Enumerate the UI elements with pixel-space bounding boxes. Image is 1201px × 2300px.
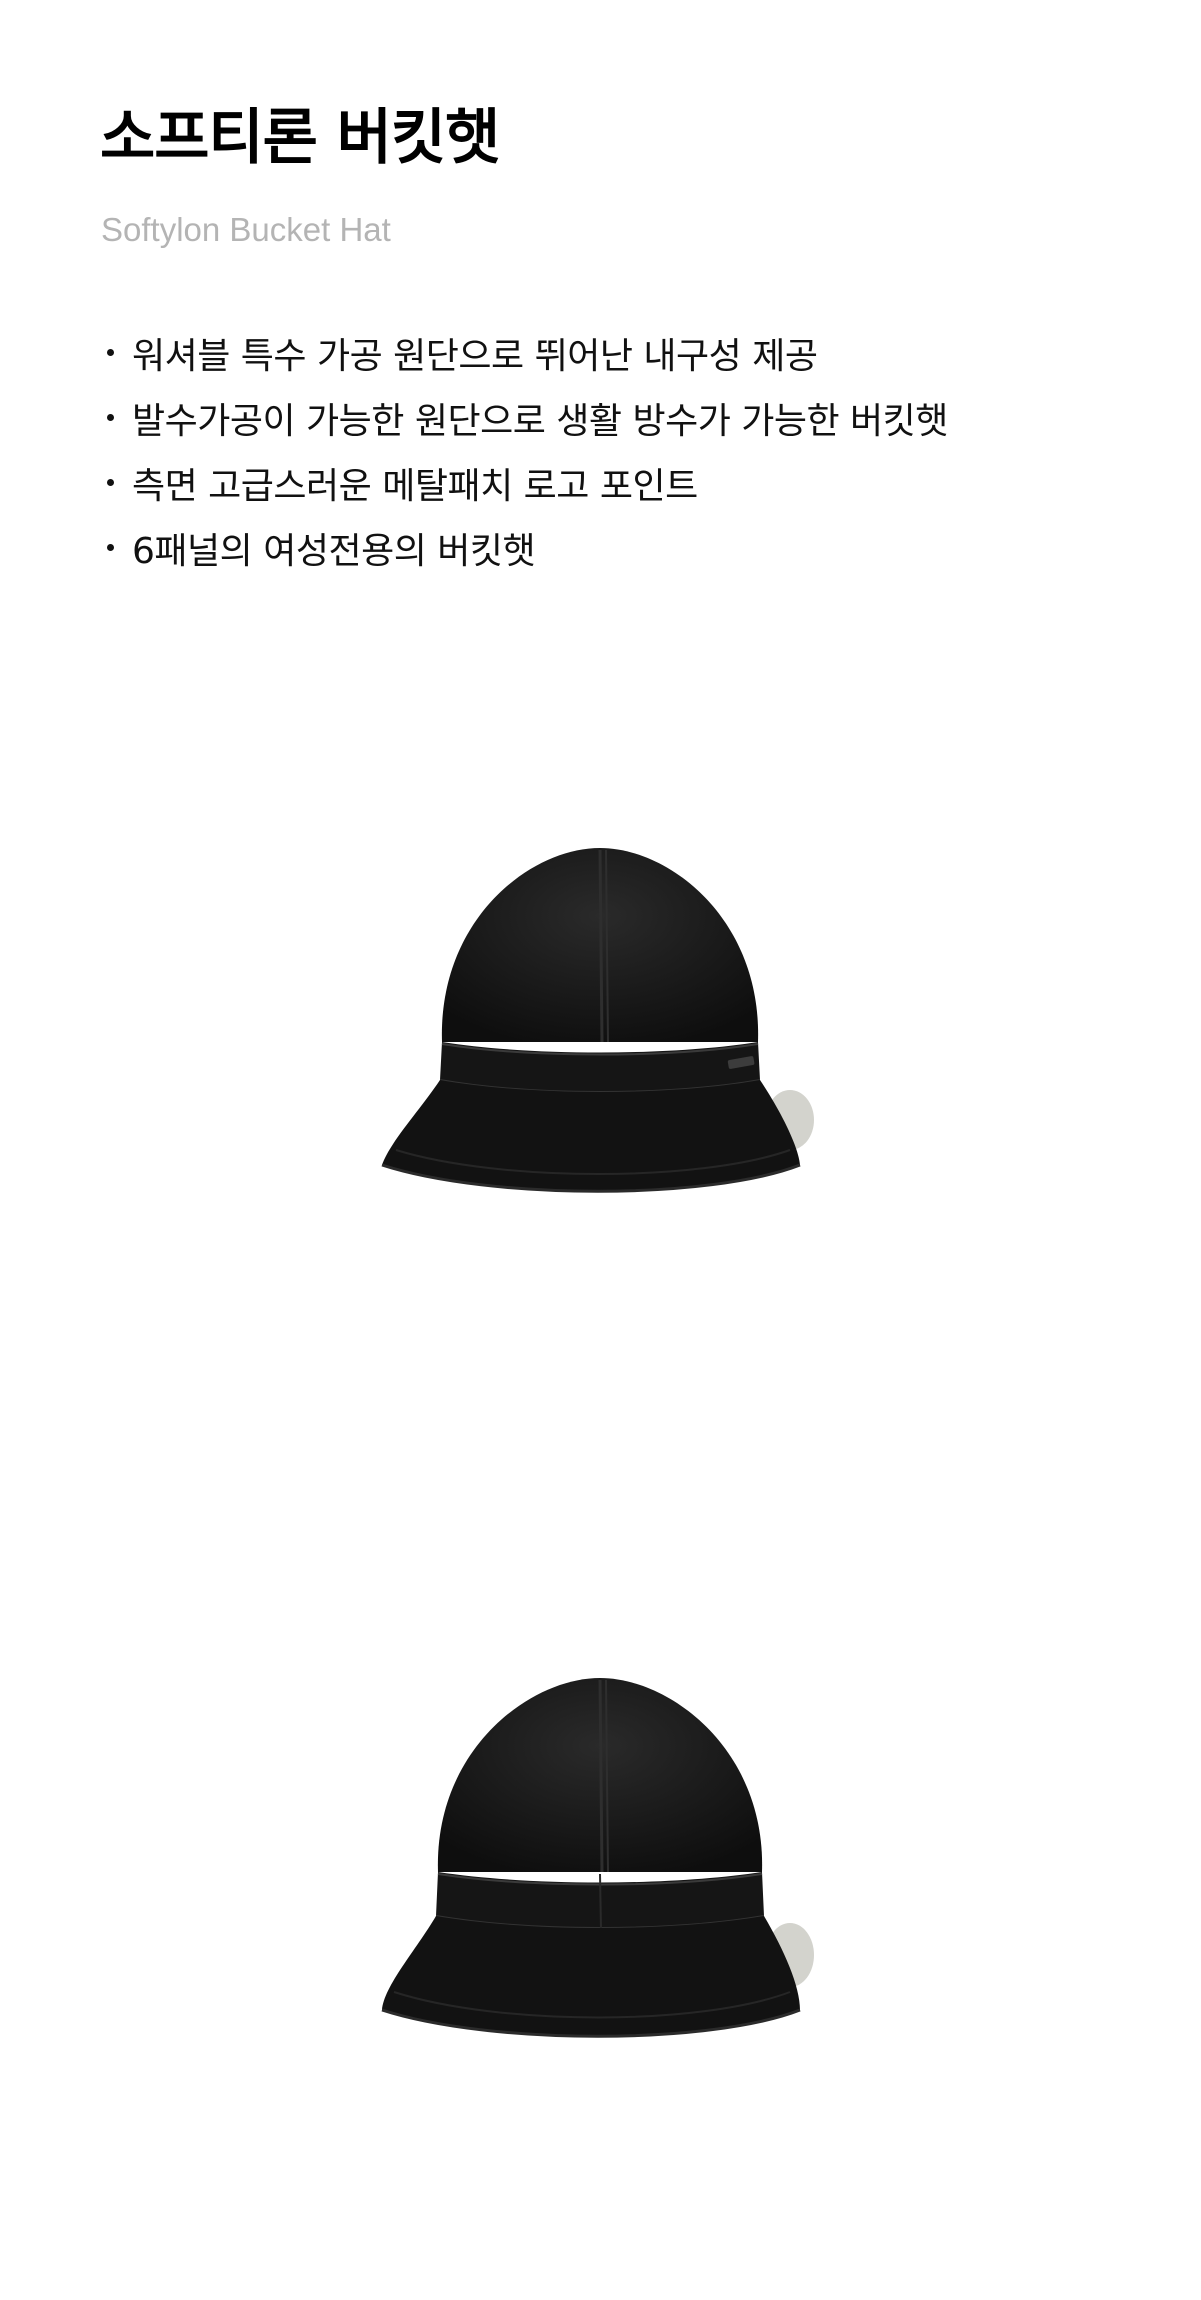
product-title: 소프티론 버킷햇 [100,103,500,173]
feature-list: 워셔블 특수 가공 원단으로 뛰어난 내구성 제공 발수가공이 가능한 원단으로… [100,320,948,580]
bucket-hat-front-image [381,848,814,1193]
product-subtitle: Softylon Bucket Hat [101,211,391,248]
bullet-icon [107,479,114,486]
feature-item: 측면 고급스러운 메탈패치 로고 포인트 [100,450,948,515]
feature-item: 워셔블 특수 가공 원단으로 뛰어난 내구성 제공 [100,320,948,385]
feature-item: 6패널의 여성전용의 버킷햇 [100,515,948,580]
feature-text: 발수가공이 가능한 원단으로 생활 방수가 가능한 버킷햇 [132,400,948,442]
feature-text: 측면 고급스러운 메탈패치 로고 포인트 [132,465,698,507]
feature-text: 워셔블 특수 가공 원단으로 뛰어난 내구성 제공 [132,335,818,377]
feature-text: 6패널의 여성전용의 버킷햇 [132,530,536,572]
feature-item: 발수가공이 가능한 원단으로 생활 방수가 가능한 버킷햇 [100,385,948,450]
bullet-icon [107,414,114,421]
bucket-hat-back-image [381,1678,814,2038]
bullet-icon [107,349,114,356]
bullet-icon [107,544,114,551]
